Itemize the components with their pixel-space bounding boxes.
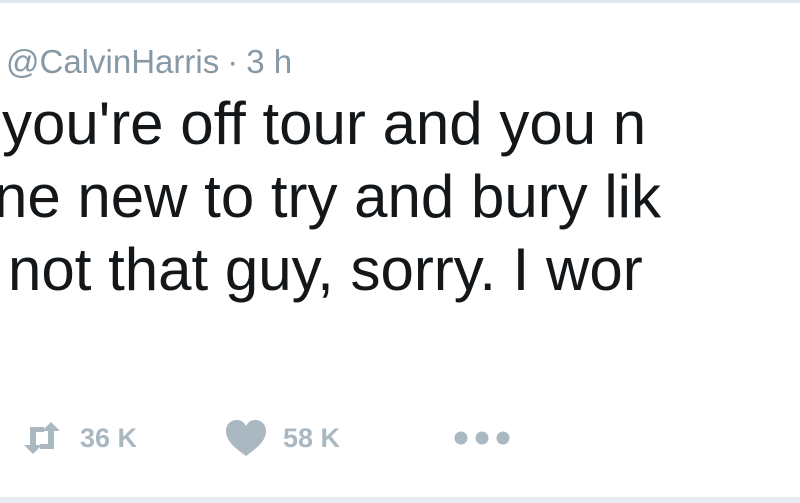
- tweet-card: @CalvinHarris · 3 h you're off tour and yo…: [0, 0, 800, 503]
- heart-icon: [225, 419, 267, 457]
- retweet-button[interactable]: 36 K: [20, 414, 137, 462]
- tweet-actions: 36 K 58 K: [0, 414, 800, 462]
- tweet-timestamp[interactable]: 3 h: [246, 43, 292, 80]
- like-count: 58 K: [283, 422, 341, 453]
- author-handle[interactable]: @CalvinHarris: [6, 43, 219, 80]
- tweet-text: you're off tour and you n ne new to try …: [0, 88, 667, 307]
- top-divider: [0, 0, 800, 3]
- bottom-divider: [0, 497, 800, 503]
- like-button[interactable]: 58 K: [225, 414, 340, 462]
- tweet-meta: @CalvinHarris · 3 h: [6, 38, 292, 86]
- meta-separator: ·: [227, 43, 239, 80]
- retweet-count: 36 K: [80, 422, 138, 453]
- retweet-icon: [20, 421, 64, 455]
- tweet-text-line: you're off tour and you n: [2, 90, 647, 157]
- more-button[interactable]: [452, 414, 512, 462]
- tweet-text-line: not that guy, sorry. I wor: [8, 236, 643, 303]
- more-dots-icon: [452, 428, 512, 448]
- tweet-text-line: ne new to try and bury lik: [0, 163, 662, 230]
